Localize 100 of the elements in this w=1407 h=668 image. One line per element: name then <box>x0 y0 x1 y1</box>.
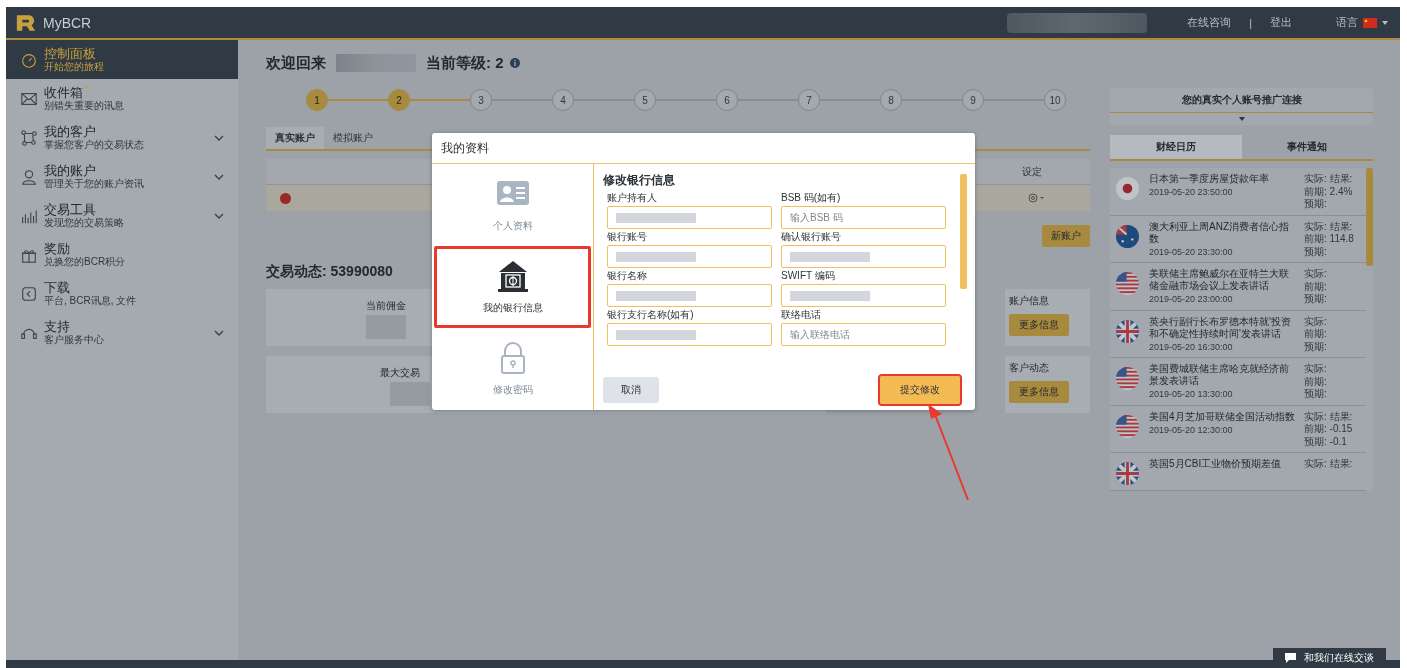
account-tab[interactable]: 真实账户 <box>266 127 324 149</box>
event-tab[interactable]: 财经日历 <box>1110 135 1242 159</box>
info-icon <box>509 58 520 68</box>
previous-value: 前期: -0.15 <box>1304 423 1354 435</box>
actual-value: 实际: <box>1304 363 1328 375</box>
field-label: 银行账号 <box>607 230 648 244</box>
event-item[interactable]: 日本第一季度房屋贷款年率 2019-05-20 23:50:00 实际: 结果: 前期: 2.4% 预期: <box>1110 168 1366 216</box>
sidebar-item[interactable]: 我的客户 掌握您客户的交易状态 <box>6 118 238 157</box>
more-info-button[interactable]: 更多信息 <box>1009 381 1069 403</box>
event-item[interactable]: 英国5月CBI工业物价预期差值 实际: 结果: <box>1110 453 1366 491</box>
forecast-value: 预期: <box>1304 245 1328 257</box>
profile-nav-item[interactable]: 我的银行信息 <box>434 246 591 328</box>
field-label: 账户持有人 <box>607 191 658 205</box>
cancel-button[interactable]: 取消 <box>603 377 659 403</box>
sidebar-subtitle: 客户服务中心 <box>44 334 105 346</box>
level-step: 5 <box>634 89 656 111</box>
event-title: 美联储主席鲍威尔在亚特兰大联储金融市场会议上发表讲话 <box>1149 268 1290 292</box>
caret-icon[interactable] <box>1238 117 1245 121</box>
actual-value: 实际: 结果: <box>1304 220 1354 232</box>
user-icon <box>20 167 38 186</box>
logo-icon <box>15 13 37 32</box>
referral-title: 您的真实个人账号推广连接 <box>1110 88 1373 113</box>
scrollbar-thumb[interactable] <box>1366 168 1373 266</box>
sidebar-title: 我的账户 <box>44 163 96 178</box>
sidebar-item[interactable]: 收件箱 别错失重要的讯息 <box>6 79 238 118</box>
level-step: 10 <box>1044 89 1066 111</box>
event-title: 澳大利亚上周ANZ消费者信心指数 <box>1149 220 1290 245</box>
event-item[interactable]: 美国费城联储主席哈克就经济前景发表讲话 2019-05-20 13:30:00 实际: 前期: 预期: <box>1110 358 1366 406</box>
sidebar-subtitle: 兑换您的BCR积分 <box>44 256 127 268</box>
level-text: 当前等级: 2 <box>426 53 504 73</box>
level-step: 8 <box>880 89 902 111</box>
input-field[interactable] <box>781 245 946 268</box>
event-tab[interactable]: 事件通知 <box>1241 135 1373 159</box>
sidebar-item[interactable]: 奖励 兑换您的BCR积分 <box>6 235 238 274</box>
card-label: 账户信息 <box>1009 294 1049 308</box>
submit-button[interactable]: 提交修改 <box>880 376 960 404</box>
input-field[interactable] <box>607 245 772 268</box>
actual-value: 实际: 结果: <box>1304 173 1354 185</box>
chat-icon <box>1285 653 1296 663</box>
language-selector[interactable]: 语言 <box>1336 15 1388 30</box>
level-step: 4 <box>552 89 574 111</box>
event-time: 2019-05-20 12:30:00 <box>1149 424 1234 435</box>
input-field[interactable] <box>607 323 772 346</box>
flag-icon <box>1363 17 1377 28</box>
sidebar-item[interactable]: 交易工具 发现您的交易策略 <box>6 196 238 235</box>
input-field[interactable]: 输入BSB 码 <box>781 206 946 229</box>
actual-value: 实际: 结果: <box>1304 410 1354 422</box>
field-label: 银行支行名称(如有) <box>607 308 695 322</box>
input-field[interactable] <box>607 284 772 307</box>
level-step: 9 <box>962 89 984 111</box>
sidebar-subtitle: 开始您的旅程 <box>44 61 105 73</box>
sidebar-title: 支持 <box>44 319 70 334</box>
event-item[interactable]: 美国4月芝加哥联储全国活动指数 2019-05-20 12:30:00 实际: 结果: 前期: -0.15 预期: -0.1 <box>1110 405 1366 453</box>
level-step: 6 <box>716 89 738 111</box>
settings-icon[interactable] <box>1028 193 1046 203</box>
input-field[interactable]: 输入联络电话 <box>781 323 946 346</box>
welcome-text: 欢迎回来 <box>266 53 326 73</box>
event-title: 英央行副行长布罗德本特就'投资和不确定性持续时间'发表讲话 <box>1149 315 1292 340</box>
field-label: 银行名称 <box>607 269 648 283</box>
event-item[interactable]: 美联储主席鲍威尔在亚特兰大联储金融市场会议上发表讲话 2019-05-20 23:00:00 实际: 前期: 预期: <box>1110 263 1366 311</box>
account-tab[interactable]: 模拟账户 <box>324 127 382 149</box>
sidebar-subtitle: 别错失重要的讯息 <box>44 100 125 112</box>
forecast-value: 预期: <box>1304 293 1328 305</box>
previous-value: 前期: 2.4% <box>1304 185 1354 197</box>
sidebar-title: 我的客户 <box>44 124 96 139</box>
level-step: 7 <box>798 89 820 111</box>
dialog-title: 我的资料 <box>432 133 975 164</box>
redacted-block <box>390 382 430 406</box>
event-time: 2019-05-20 13:30:00 <box>1149 389 1234 399</box>
event-time: 2019-05-20 16:30:00 <box>1149 341 1234 352</box>
event-item[interactable]: 英央行副行长布罗德本特就'投资和不确定性持续时间'发表讲话 2019-05-20 16:30:00 实际: 前期: 预期: <box>1110 310 1366 358</box>
caret-icon <box>1382 20 1388 25</box>
level-step: 2 <box>388 89 410 111</box>
scrollbar-thumb[interactable] <box>960 174 967 289</box>
header-link[interactable]: 在线咨询 <box>1187 15 1232 30</box>
actual-value: 实际: <box>1304 268 1328 280</box>
input-field[interactable] <box>607 206 772 229</box>
sidebar-item[interactable]: 控制面板 开始您的旅程 <box>6 40 238 79</box>
column-heading: 设定 <box>1022 164 1042 179</box>
network-icon <box>20 128 38 147</box>
sidebar-title: 奖励 <box>44 241 70 256</box>
level-step: 3 <box>470 89 492 111</box>
field-label: BSB 码(如有) <box>781 191 842 205</box>
new-account-button[interactable]: 新账户 <box>1042 225 1090 247</box>
sidebar-item[interactable]: 支持 客户服务中心 <box>6 313 238 352</box>
sidebar-title: 下载 <box>44 280 70 295</box>
previous-value: 前期: <box>1304 280 1328 292</box>
sidebar-title: 控制面板 <box>44 46 96 61</box>
sidebar-title: 收件箱 <box>44 85 83 100</box>
sidebar-item[interactable]: 下载 平台, BCR讯息, 文件 <box>6 274 238 313</box>
field-label: 确认银行账号 <box>781 230 842 244</box>
activity-title: 交易动态: 53990080 <box>266 263 393 281</box>
sidebar-item[interactable]: 我的账户 管理关于您的账户资讯 <box>6 157 238 196</box>
event-item[interactable]: 澳大利亚上周ANZ消费者信心指数 2019-05-20 23:30:00 实际: 结果: 前期: 114.8 预期: <box>1110 215 1366 263</box>
input-field[interactable] <box>781 284 946 307</box>
profile-nav-item[interactable]: 修改密码 <box>434 328 591 410</box>
more-info-button[interactable]: 更多信息 <box>1009 314 1069 336</box>
profile-nav-item[interactable]: 个人资料 <box>434 164 591 246</box>
header-link[interactable]: 登出 <box>1270 15 1292 30</box>
previous-value: 前期: <box>1304 328 1328 340</box>
